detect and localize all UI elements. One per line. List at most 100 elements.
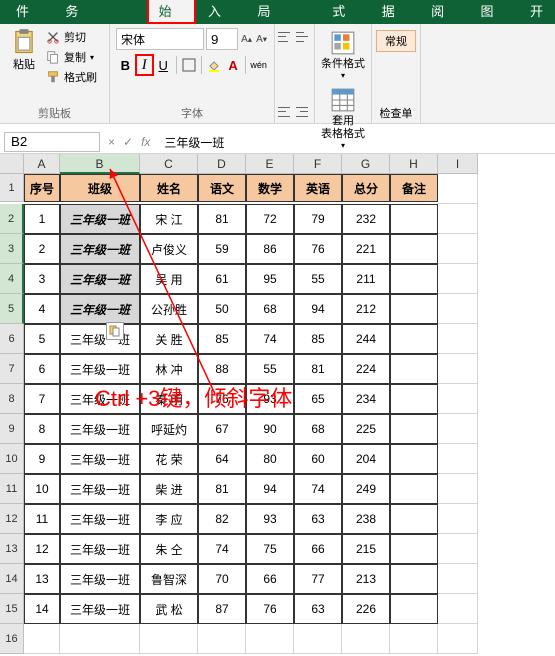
data-cell[interactable]: 213 [342, 564, 390, 594]
data-cell[interactable]: 4 [24, 294, 60, 324]
data-cell[interactable] [438, 354, 478, 384]
data-cell[interactable]: 75 [246, 534, 294, 564]
data-cell[interactable]: 59 [198, 234, 246, 264]
data-cell[interactable] [390, 324, 438, 354]
header-cell[interactable]: 数学 [246, 174, 294, 202]
align-middle-button[interactable] [296, 30, 312, 44]
data-cell[interactable]: 86 [246, 234, 294, 264]
data-cell[interactable] [438, 474, 478, 504]
data-cell[interactable]: 6 [24, 354, 60, 384]
phonetic-button[interactable]: wén [249, 54, 268, 76]
col-header-E[interactable]: E [246, 154, 294, 174]
tab-data[interactable]: 数据 [370, 0, 419, 24]
data-cell[interactable]: 68 [246, 294, 294, 324]
data-cell[interactable] [438, 234, 478, 264]
data-cell[interactable] [438, 414, 478, 444]
data-cell[interactable]: 三年级一班 [60, 564, 140, 594]
data-cell[interactable] [438, 384, 478, 414]
data-cell[interactable] [438, 504, 478, 534]
data-cell[interactable]: 三年级一班 [60, 474, 140, 504]
data-cell[interactable]: 63 [294, 594, 342, 624]
data-cell[interactable]: 204 [342, 444, 390, 474]
data-cell[interactable]: 64 [198, 444, 246, 474]
data-cell[interactable] [390, 204, 438, 234]
data-cell[interactable]: 212 [342, 294, 390, 324]
data-cell[interactable]: 232 [342, 204, 390, 234]
data-cell[interactable] [390, 234, 438, 264]
data-cell[interactable]: 花 荣 [140, 444, 198, 474]
data-cell[interactable] [438, 324, 478, 354]
data-cell[interactable]: 三年级一班 [60, 414, 140, 444]
data-cell[interactable]: 81 [198, 204, 246, 234]
row-header[interactable]: 9 [0, 414, 24, 444]
data-cell[interactable]: 10 [24, 474, 60, 504]
row-header[interactable]: 6 [0, 324, 24, 354]
data-cell[interactable]: 卢俊义 [140, 234, 198, 264]
data-cell[interactable]: 武 松 [140, 594, 198, 624]
align-center-button[interactable] [296, 105, 312, 119]
format-painter-button[interactable]: 格式刷 [46, 68, 97, 86]
data-cell[interactable]: 三年级一班 [60, 354, 140, 384]
data-cell[interactable]: 234 [342, 384, 390, 414]
data-cell[interactable]: 67 [198, 414, 246, 444]
data-cell[interactable]: 94 [246, 474, 294, 504]
data-cell[interactable]: 三年级一班 [60, 504, 140, 534]
empty-cell[interactable] [390, 624, 438, 654]
font-size-input[interactable] [206, 28, 238, 50]
empty-cell[interactable] [438, 624, 478, 654]
data-cell[interactable]: 72 [246, 204, 294, 234]
conditional-format-button[interactable]: 条件格式▾ [321, 30, 365, 81]
data-cell[interactable]: 79 [294, 204, 342, 234]
data-cell[interactable]: 244 [342, 324, 390, 354]
row-header[interactable]: 5 [0, 294, 24, 324]
data-cell[interactable] [390, 564, 438, 594]
italic-button[interactable]: I [135, 54, 154, 76]
data-cell[interactable]: 2 [24, 234, 60, 264]
data-cell[interactable]: 81 [294, 354, 342, 384]
data-cell[interactable] [390, 414, 438, 444]
data-cell[interactable]: 94 [294, 294, 342, 324]
data-cell[interactable]: 8 [24, 414, 60, 444]
data-cell[interactable]: 关 胜 [140, 324, 198, 354]
header-cell[interactable]: 语文 [198, 174, 246, 202]
header-cell[interactable]: 姓名 [140, 174, 198, 202]
col-header-F[interactable]: F [294, 154, 342, 174]
data-cell[interactable]: 55 [294, 264, 342, 294]
increase-font-button[interactable]: A▴ [240, 28, 253, 50]
data-cell[interactable]: 三年级一班 [60, 534, 140, 564]
data-cell[interactable]: 74 [246, 324, 294, 354]
data-cell[interactable]: 63 [294, 504, 342, 534]
data-cell[interactable]: 215 [342, 534, 390, 564]
data-cell[interactable]: 鲁智深 [140, 564, 198, 594]
data-cell[interactable]: 宋 江 [140, 204, 198, 234]
data-cell[interactable]: 88 [198, 354, 246, 384]
data-cell[interactable]: 68 [294, 414, 342, 444]
col-header-I[interactable]: I [438, 154, 478, 174]
col-header-C[interactable]: C [140, 154, 198, 174]
formula-input[interactable]: 三年级一班 [158, 132, 555, 152]
empty-cell[interactable] [246, 624, 294, 654]
row-header[interactable]: 4 [0, 264, 24, 294]
data-cell[interactable] [390, 594, 438, 624]
data-cell[interactable] [390, 354, 438, 384]
header-cell[interactable]: 班级 [60, 174, 140, 202]
font-name-input[interactable] [116, 28, 204, 50]
empty-cell[interactable] [60, 624, 140, 654]
empty-cell[interactable] [342, 624, 390, 654]
data-cell[interactable]: 82 [198, 504, 246, 534]
col-header-G[interactable]: G [342, 154, 390, 174]
header-cell[interactable]: 英语 [294, 174, 342, 202]
data-cell[interactable] [438, 444, 478, 474]
row-header[interactable]: 1 [0, 174, 24, 202]
tab-review[interactable]: 审阅 [419, 0, 468, 24]
data-cell[interactable]: 55 [246, 354, 294, 384]
data-cell[interactable]: 225 [342, 414, 390, 444]
cut-button[interactable]: 剪切 [46, 28, 97, 46]
align-left-button[interactable] [278, 105, 294, 119]
tab-formula[interactable]: 公式 [320, 0, 369, 24]
data-cell[interactable]: 76 [294, 234, 342, 264]
data-cell[interactable]: 朱 仝 [140, 534, 198, 564]
row-header[interactable]: 3 [0, 234, 24, 264]
cancel-icon[interactable]: × [108, 135, 115, 149]
data-cell[interactable] [438, 594, 478, 624]
